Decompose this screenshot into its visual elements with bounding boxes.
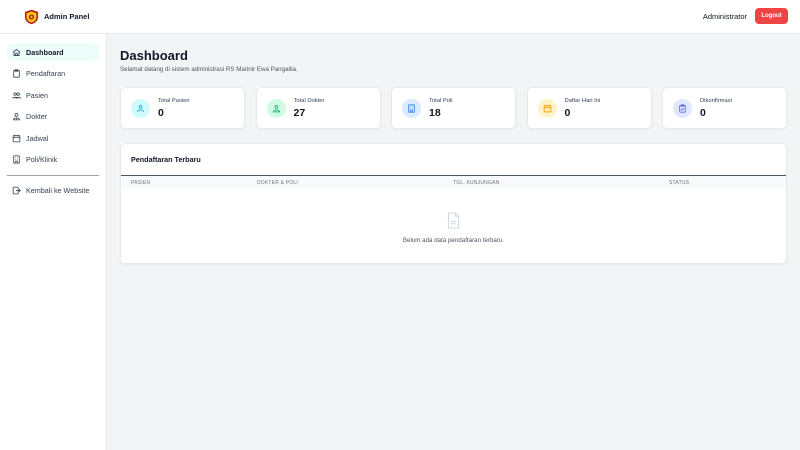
sidebar-item-label: Kembali ke Website (26, 186, 90, 195)
document-icon (447, 212, 460, 229)
recent-registrations-panel: Pendaftaran Terbaru PASIEN DOKTER & POLI… (120, 143, 787, 264)
stat-label: Dikonfirmasi (700, 98, 732, 104)
logout-button[interactable]: Logout (755, 8, 788, 24)
sidebar-item-dokter[interactable]: Dokter (7, 108, 99, 126)
user-doctor-icon (13, 112, 20, 121)
main-content: Dashboard Selamat datang di sistem admin… (107, 34, 800, 450)
page-subtitle: Selamat datang di sistem administrasi RS… (120, 66, 298, 73)
brand[interactable]: Admin Panel (24, 9, 89, 25)
page-title: Dashboard (120, 48, 188, 63)
sidebar-item-pasien[interactable]: Pasien (7, 86, 99, 104)
top-bar: Admin Panel Administrator Logout (0, 0, 800, 34)
panel-title: Pendaftaran Terbaru (131, 155, 201, 164)
sidebar-item-dashboard[interactable]: Dashboard (7, 43, 99, 61)
users-icon (12, 91, 21, 99)
clipboard-icon (13, 69, 20, 78)
stat-label: Total Poli (429, 98, 453, 104)
user-doctor-icon (272, 104, 280, 113)
sidebar-item-poli-klinik[interactable]: Poli/Klinik (7, 151, 99, 169)
stat-value: 0 (158, 107, 164, 119)
stat-icon-wrap (673, 99, 692, 118)
column-header-pasien: PASIEN (131, 180, 151, 186)
sidebar-item-label: Dashboard (26, 47, 64, 57)
column-header-status: STATUS (669, 180, 690, 186)
stat-value: 27 (293, 107, 306, 119)
shield-emblem-icon (24, 9, 39, 24)
stat-icon-wrap (402, 99, 421, 118)
clipboard-check-icon (679, 104, 686, 113)
stat-value: 18 (429, 107, 441, 119)
stat-icon-wrap (131, 99, 150, 118)
stat-card-daftar-hari-ini: Daftar Hari Ini 0 (526, 87, 652, 129)
calendar-icon (543, 104, 551, 113)
user-name: Administrator (702, 11, 747, 21)
stat-card-total-dokter: Total Dokter 27 (255, 87, 381, 129)
users-icon (136, 104, 145, 113)
stat-cards: Total Pasien 0 Total Dokter 27 Total Pol… (120, 87, 787, 129)
stat-label: Daftar Hari Ini (564, 98, 601, 104)
stat-value: 0 (564, 107, 571, 119)
table-header: PASIEN DOKTER & POLI TGL. KUNJUNGAN STAT… (121, 175, 786, 188)
sidebar-item-pendaftaran[interactable]: Pendaftaran (7, 65, 99, 83)
stat-card-dikonfirmasi: Dikonfirmasi 0 (662, 87, 787, 129)
sidebar-item-jadwal[interactable]: Jadwal (7, 129, 99, 147)
stat-label: Total Dokter (293, 98, 325, 104)
sidebar-item-label: Jadwal (26, 133, 49, 143)
stat-card-total-pasien: Total Pasien 0 (120, 87, 245, 129)
stat-icon-wrap (266, 99, 286, 118)
building-icon (408, 104, 415, 113)
empty-state-text: Belum ada data pendaftaran terbaru. (402, 237, 505, 244)
sidebar: Dashboard Pendaftaran Pasien Dokter Jadw… (0, 34, 107, 450)
stat-label: Total Pasien (158, 98, 190, 104)
home-icon (12, 48, 21, 56)
stat-value: 0 (700, 107, 706, 119)
sidebar-item-kembali[interactable]: Kembali ke Website (7, 182, 99, 200)
sidebar-item-label: Dokter (26, 112, 48, 121)
sidebar-item-label: Pendaftaran (26, 69, 66, 78)
stat-card-total-poli: Total Poli 18 (391, 87, 516, 129)
sidebar-item-label: Pasien (26, 90, 48, 100)
stat-icon-wrap (537, 99, 557, 118)
column-header-dokter-poli: DOKTER & POLI (257, 180, 298, 186)
sidebar-divider (7, 174, 99, 176)
calendar-icon (12, 134, 21, 142)
sidebar-item-label: Poli/Klinik (26, 155, 58, 164)
building-icon (13, 155, 20, 164)
column-header-tgl-kunjungan: TGL. KUNJUNGAN (453, 180, 500, 186)
sign-out-icon (12, 186, 21, 195)
brand-name: Admin Panel (44, 12, 90, 21)
